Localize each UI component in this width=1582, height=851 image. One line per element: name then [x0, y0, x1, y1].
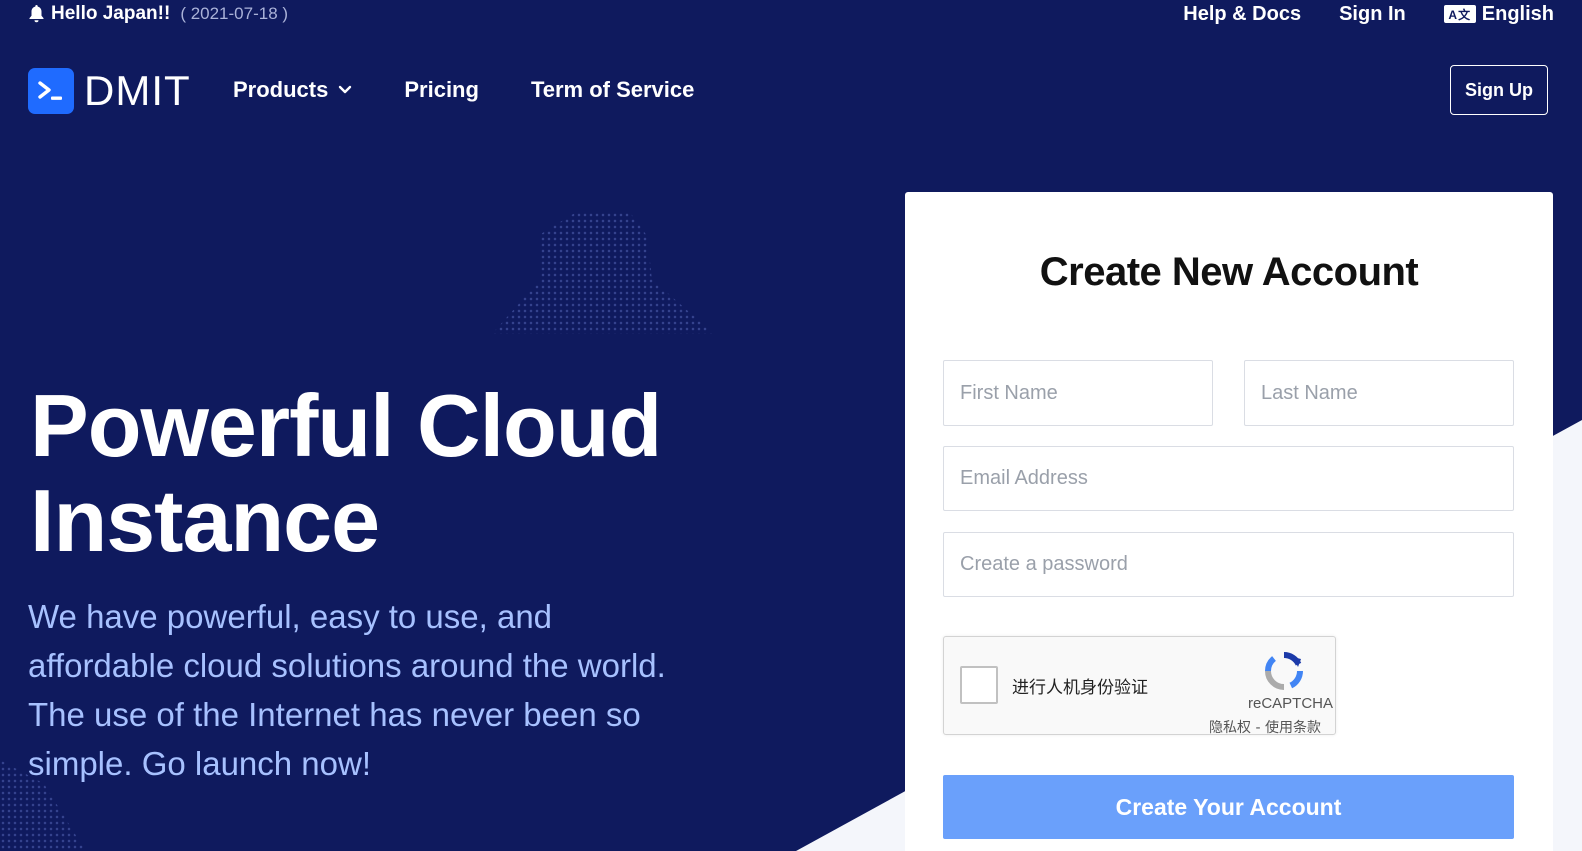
announcement-title: Hello Japan!!	[51, 3, 171, 24]
main-navbar: DMIT Products Pricing Term of Service Si…	[0, 62, 1582, 118]
sign-in-link[interactable]: Sign In	[1339, 3, 1406, 26]
language-label: English	[1481, 2, 1554, 25]
hero-subtitle: We have powerful, easy to use, and affor…	[28, 598, 666, 782]
create-account-button[interactable]: Create Your Account	[943, 775, 1514, 839]
brand-logo[interactable]: DMIT	[28, 67, 191, 115]
language-selector[interactable]: A文 English	[1443, 2, 1554, 26]
chevron-down-icon	[339, 85, 352, 94]
primary-nav: Products Pricing Term of Service	[233, 74, 694, 106]
terminal-prompt-icon	[28, 68, 74, 114]
nav-products-label: Products	[233, 77, 329, 102]
signup-title: Create New Account	[1039, 250, 1419, 294]
help-docs-link[interactable]: Help & Docs	[1183, 3, 1301, 26]
recaptcha-privacy-terms-links[interactable]: 隐私权 - 使用条款	[1209, 717, 1321, 737]
announcement-date: ( 2021-07-18 )	[180, 4, 289, 23]
top-links: Help & Docs Sign In A文 English	[1183, 2, 1554, 26]
decorative-dot-pattern	[492, 212, 714, 334]
email-field[interactable]	[943, 446, 1514, 511]
last-name-field[interactable]	[1244, 360, 1514, 426]
sign-up-button[interactable]: Sign Up	[1450, 65, 1548, 115]
recaptcha-logo-icon	[1264, 651, 1304, 690]
nav-term-of-service[interactable]: Term of Service	[531, 77, 694, 103]
first-name-field[interactable]	[943, 360, 1213, 426]
password-field[interactable]	[943, 532, 1514, 597]
hero-title-line-1: Powerful Cloud	[30, 376, 662, 475]
announcement[interactable]: Hello Japan!! ( 2021-07-18 )	[28, 2, 288, 26]
recaptcha-checkbox[interactable]	[960, 666, 998, 704]
signup-card: Create New Account 进行人机身份验证 reCAPTCHA 隐私…	[905, 192, 1553, 851]
recaptcha-label: 进行人机身份验证	[1012, 678, 1148, 698]
hero-title-line-2: Instance	[30, 471, 380, 570]
recaptcha-brand: reCAPTCHA	[1247, 695, 1333, 712]
top-bar: Hello Japan!! ( 2021-07-18 ) Help & Docs…	[0, 0, 1582, 30]
hero-title: Powerful Cloud Instance	[30, 378, 830, 568]
nav-pricing[interactable]: Pricing	[404, 77, 479, 103]
bell-icon	[28, 5, 45, 23]
brand-name: DMIT	[84, 67, 191, 114]
recaptcha-widget: 进行人机身份验证 reCAPTCHA 隐私权 - 使用条款	[943, 636, 1336, 737]
nav-products[interactable]: Products	[233, 77, 352, 103]
translate-icon: A文	[1443, 5, 1476, 23]
